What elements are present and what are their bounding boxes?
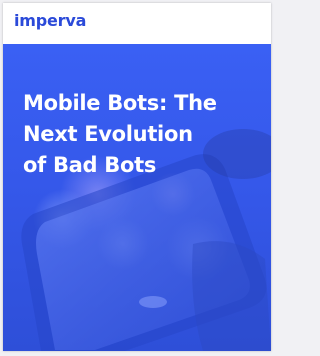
cover-title: Mobile Bots: The Next Evolution of Bad B… [23, 88, 263, 181]
imperva-logo: imperva [14, 11, 87, 30]
cover-title-line: of Bad Bots [23, 153, 157, 177]
cover-image: Mobile Bots: The Next Evolution of Bad B… [3, 44, 271, 351]
cover-title-line: Mobile Bots: The [23, 91, 217, 115]
report-cover-card[interactable]: imperva Mobile Bots: The Next Evolution … [3, 3, 271, 351]
logo-bar: imperva [3, 3, 271, 44]
home-button [139, 296, 167, 308]
cover-title-line: Next Evolution [23, 122, 193, 146]
hand-silhouette [192, 241, 271, 351]
